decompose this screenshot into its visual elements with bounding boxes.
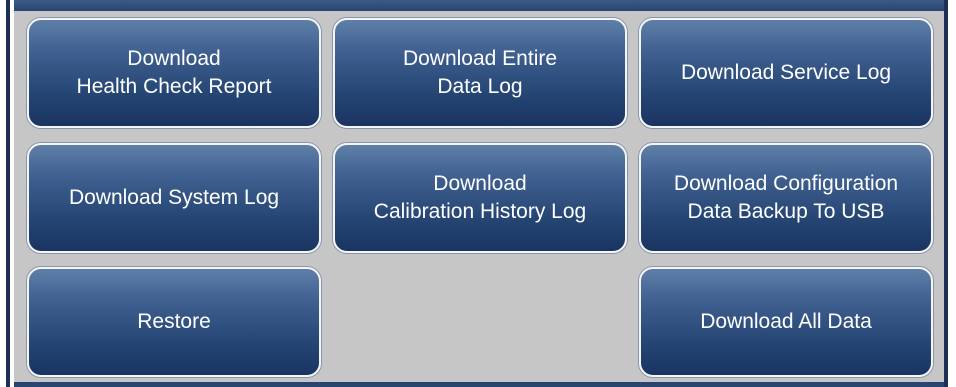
download-entire-data-log-button[interactable]: Download Entire Data Log [333, 18, 627, 128]
button-label: Download System Log [68, 186, 280, 209]
header-bar [14, 0, 944, 11]
download-system-log-button[interactable]: Download System Log [27, 143, 321, 253]
download-calibration-history-log-button[interactable]: Download Calibration History Log [333, 143, 627, 253]
button-label: Restore [137, 310, 211, 333]
button-label-line-2: Data Log [437, 75, 523, 98]
button-label-line-1: Download [433, 172, 527, 195]
button-label: Download Service Log [680, 61, 892, 84]
window-frame-bottom [14, 382, 944, 387]
window-frame-right [944, 0, 948, 387]
button-label-line-1: Download Entire [402, 47, 558, 70]
download-service-log-button[interactable]: Download Service Log [639, 18, 933, 128]
button-label: Download All Data [700, 310, 872, 333]
download-health-check-report-button[interactable]: Download Health Check Report [27, 18, 321, 128]
button-label-line-2: Data Backup To USB [687, 200, 885, 223]
button-label-line-2: Health Check Report [76, 75, 272, 98]
restore-button[interactable]: Restore [27, 267, 321, 377]
button-label-line-1: Download Configuration [673, 172, 899, 195]
button-label-line-2: Calibration History Log [373, 200, 587, 223]
download-configuration-backup-button[interactable]: Download Configuration Data Backup To US… [639, 143, 933, 253]
window-frame-left [6, 0, 10, 387]
download-all-data-button[interactable]: Download All Data [639, 267, 933, 377]
button-label-line-1: Download [127, 47, 221, 70]
